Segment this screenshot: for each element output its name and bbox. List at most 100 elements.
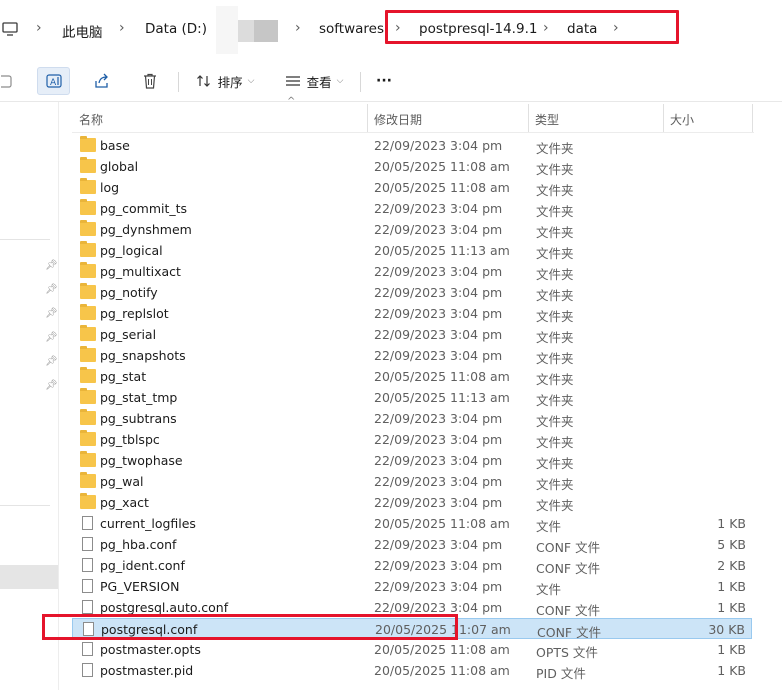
table-row[interactable]: pg_stat 20/05/2025 11:08 am 文件夹 bbox=[72, 366, 752, 387]
sort-label: 排序 bbox=[217, 74, 243, 90]
file-name: pg_stat_tmp bbox=[100, 390, 178, 405]
view-label: 查看 bbox=[306, 74, 332, 90]
file-name: pg_logical bbox=[100, 243, 163, 258]
table-row[interactable]: pg_hba.conf 22/09/2023 3:04 pm CONF 文件 5 KB bbox=[72, 534, 752, 555]
breadcrumb-item-drive[interactable]: Data (D:) bbox=[145, 21, 207, 37]
breadcrumb-item-softwares[interactable]: softwares bbox=[319, 21, 384, 37]
copy-icon bbox=[1, 75, 12, 88]
file-type: 文件夹 bbox=[536, 456, 574, 471]
file-modified: 22/09/2023 3:04 pm bbox=[374, 537, 503, 552]
command-bar: A 排序 ⌵ 查看 ⌵ ··· bbox=[0, 60, 782, 102]
breadcrumb-item-this-pc[interactable]: 此电脑 bbox=[62, 21, 103, 41]
table-row[interactable]: pg_replslot 22/09/2023 3:04 pm 文件夹 bbox=[72, 303, 752, 324]
table-row[interactable]: log 20/05/2025 11:08 am 文件夹 bbox=[72, 177, 752, 198]
table-row[interactable]: current_logfiles 20/05/2025 11:08 am 文件 1 K… bbox=[72, 513, 752, 534]
table-row[interactable]: pg_stat_tmp 20/05/2025 11:13 am 文件夹 bbox=[72, 387, 752, 408]
file-name: pg_dynshmem bbox=[100, 222, 192, 237]
sort-button[interactable]: 排序 ⌵ bbox=[190, 67, 260, 95]
this-pc-icon[interactable] bbox=[2, 22, 18, 36]
file-size: 2 KB bbox=[717, 558, 746, 573]
table-row[interactable]: pg_serial 22/09/2023 3:04 pm 文件夹 bbox=[72, 324, 752, 345]
table-row[interactable]: pg_ident.conf 22/09/2023 3:04 pm CONF 文件 2 … bbox=[72, 555, 752, 576]
column-header-modified[interactable]: 修改日期 bbox=[374, 111, 422, 128]
folder-icon bbox=[80, 388, 96, 404]
file-type: 文件夹 bbox=[536, 183, 574, 198]
table-row[interactable]: pg_commit_ts 22/09/2023 3:04 pm 文件夹 bbox=[72, 198, 752, 219]
file-modified: 22/09/2023 3:04 pm bbox=[374, 306, 503, 321]
more-options-button[interactable]: ··· bbox=[370, 67, 398, 95]
file-type: 文件夹 bbox=[536, 162, 574, 177]
folder-icon bbox=[80, 157, 96, 173]
folder-icon bbox=[80, 199, 96, 215]
table-row[interactable]: pg_twophase 22/09/2023 3:04 pm 文件夹 bbox=[72, 450, 752, 471]
pin-icon[interactable]: 📌︎ bbox=[45, 284, 58, 295]
column-header-name[interactable]: 名称 bbox=[79, 111, 103, 128]
file-type: CONF 文件 bbox=[536, 540, 601, 555]
pin-icon[interactable]: 📌︎ bbox=[45, 260, 58, 271]
table-row[interactable]: pg_multixact 22/09/2023 3:04 pm 文件夹 bbox=[72, 261, 752, 282]
table-row[interactable]: postmaster.opts 20/05/2025 11:08 am OPTS 文… bbox=[72, 639, 752, 660]
trash-icon bbox=[144, 73, 156, 89]
file-modified: 22/09/2023 3:04 pm bbox=[374, 453, 503, 468]
file-type: 文件 bbox=[536, 519, 562, 534]
file-type: 文件夹 bbox=[536, 309, 574, 324]
column-divider[interactable] bbox=[752, 104, 753, 132]
share-button[interactable] bbox=[88, 67, 116, 95]
file-name: pg_twophase bbox=[100, 453, 183, 468]
table-row[interactable]: base 22/09/2023 3:04 pm 文件夹 bbox=[72, 135, 752, 156]
file-icon bbox=[82, 579, 93, 593]
pin-icon[interactable]: 📌︎ bbox=[45, 356, 58, 367]
address-bar[interactable]: › 此电脑 › Data (D:) › softwares › postpres… bbox=[0, 0, 782, 61]
column-header-size[interactable]: 大小 bbox=[670, 111, 694, 128]
file-modified: 20/05/2025 11:13 am bbox=[374, 243, 510, 258]
file-name: postgresql.auto.conf bbox=[100, 600, 229, 615]
table-row[interactable]: pg_wal 22/09/2023 3:04 pm 文件夹 bbox=[72, 471, 752, 492]
nav-item-selected[interactable] bbox=[0, 565, 58, 589]
table-row[interactable]: pg_xact 22/09/2023 3:04 pm 文件夹 bbox=[72, 492, 752, 513]
file-modified: 22/09/2023 3:04 pm bbox=[374, 558, 503, 573]
file-type: 文件夹 bbox=[536, 267, 574, 282]
table-row[interactable]: pg_snapshots 22/09/2023 3:04 pm 文件夹 bbox=[72, 345, 752, 366]
svg-text:A: A bbox=[50, 78, 57, 88]
rename-button[interactable]: A bbox=[37, 67, 70, 95]
folder-icon bbox=[80, 241, 96, 257]
table-row[interactable]: PG_VERSION 22/09/2023 3:04 pm 文件 1 KB bbox=[72, 576, 752, 597]
pin-icon[interactable]: 📌︎ bbox=[45, 332, 58, 343]
pin-icon[interactable]: 📌︎ bbox=[45, 380, 58, 391]
column-header-type[interactable]: 类型 bbox=[535, 111, 559, 128]
delete-button[interactable] bbox=[136, 67, 164, 95]
navigation-pane: 📌︎ 📌︎ 📌︎ 📌︎ 📌︎ 📌︎ bbox=[0, 102, 59, 690]
column-divider[interactable] bbox=[528, 104, 529, 132]
file-name: pg_commit_ts bbox=[100, 201, 188, 216]
file-modified: 22/09/2023 3:04 pm bbox=[374, 432, 503, 447]
file-modified: 20/05/2025 11:13 am bbox=[374, 390, 510, 405]
sort-icon bbox=[196, 75, 210, 87]
file-modified: 22/09/2023 3:04 pm bbox=[374, 495, 503, 510]
table-row[interactable]: global 20/05/2025 11:08 am 文件夹 bbox=[72, 156, 752, 177]
file-icon bbox=[82, 537, 93, 551]
view-button[interactable]: 查看 ⌵ bbox=[280, 67, 348, 95]
folder-icon bbox=[80, 346, 96, 362]
file-modified: 22/09/2023 3:04 pm bbox=[374, 411, 503, 426]
file-name: pg_wal bbox=[100, 474, 144, 489]
column-divider[interactable] bbox=[367, 104, 368, 132]
file-icon bbox=[82, 516, 93, 530]
copy-button[interactable] bbox=[0, 67, 14, 95]
column-divider[interactable] bbox=[663, 104, 664, 132]
table-row[interactable]: pg_notify 22/09/2023 3:04 pm 文件夹 bbox=[72, 282, 752, 303]
file-size: 5 KB bbox=[717, 537, 746, 552]
file-type: OPTS 文件 bbox=[536, 645, 598, 660]
file-modified: 22/09/2023 3:04 pm bbox=[374, 285, 503, 300]
table-row[interactable]: pg_dynshmem 22/09/2023 3:04 pm 文件夹 bbox=[72, 219, 752, 240]
table-row[interactable]: pg_logical 20/05/2025 11:13 am 文件夹 bbox=[72, 240, 752, 261]
table-row[interactable]: pg_tblspc 22/09/2023 3:04 pm 文件夹 bbox=[72, 429, 752, 450]
file-modified: 22/09/2023 3:04 pm bbox=[374, 600, 503, 615]
table-row[interactable]: pg_subtrans 22/09/2023 3:04 pm 文件夹 bbox=[72, 408, 752, 429]
folder-icon bbox=[80, 451, 96, 467]
pin-icon[interactable]: 📌︎ bbox=[45, 308, 58, 319]
table-row[interactable]: postmaster.pid 20/05/2025 11:08 am PID 文件 1… bbox=[72, 660, 752, 681]
file-modified: 20/05/2025 11:08 am bbox=[374, 642, 510, 657]
file-type: 文件夹 bbox=[536, 393, 574, 408]
file-name: pg_tblspc bbox=[100, 432, 160, 447]
file-size: 1 KB bbox=[717, 516, 746, 531]
